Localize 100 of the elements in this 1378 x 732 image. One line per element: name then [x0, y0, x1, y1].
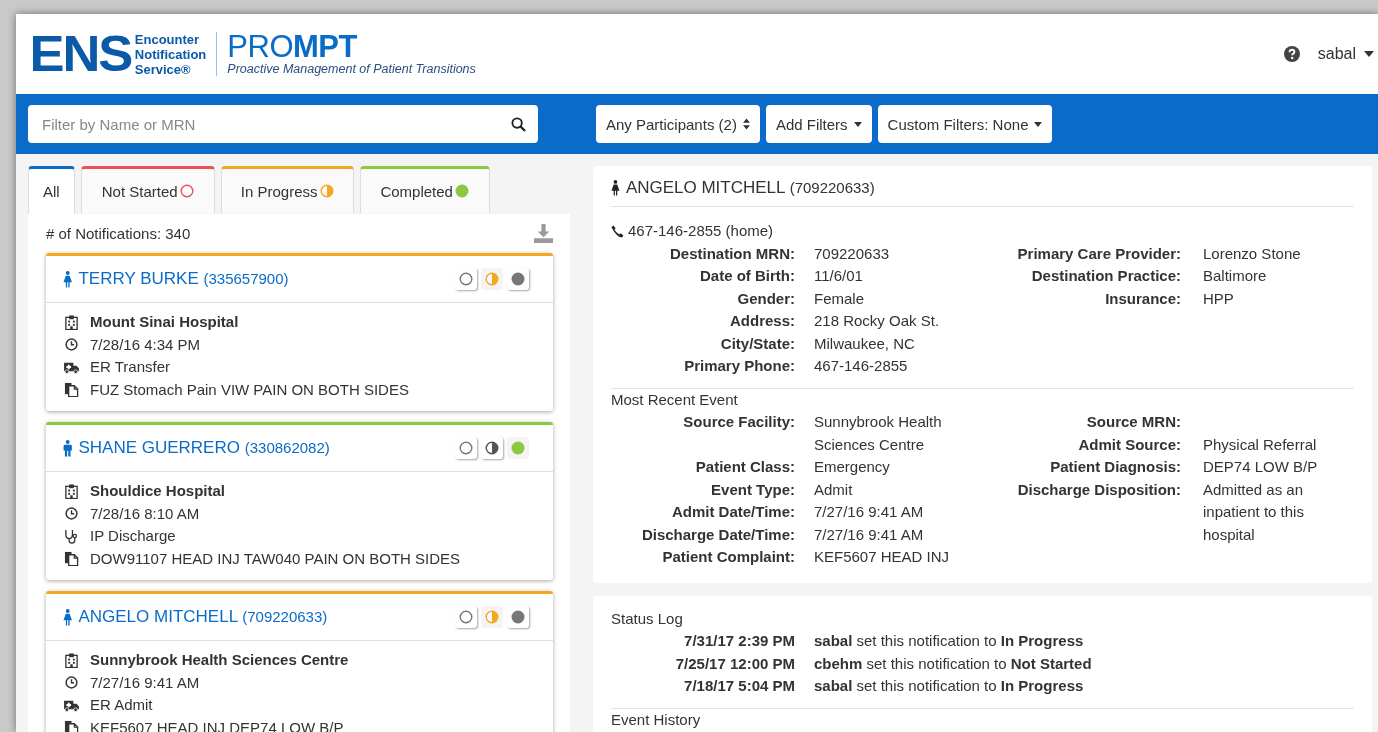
- filter-dropdown[interactable]: Add Filters: [765, 105, 872, 143]
- log-text: cbehm set this notification to Not Started: [814, 653, 1093, 674]
- field-value: 11/6/01: [814, 266, 864, 286]
- half-circle-icon: [485, 610, 499, 624]
- hospital-icon: [63, 483, 80, 499]
- search-icon[interactable]: [511, 116, 526, 132]
- field-label: Source MRN:: [1085, 412, 1181, 432]
- search-field[interactable]: Filter by Name or MRN: [28, 105, 538, 143]
- field-label: Admit Source:: [1077, 434, 1181, 455]
- documents-icon: [63, 720, 80, 732]
- section-title: Most Recent Event: [611, 389, 739, 410]
- caret-icon: [853, 121, 862, 127]
- field-label: Destination Practice:: [1030, 266, 1181, 286]
- field-value: Admit: [814, 479, 854, 500]
- field-value: DEP74 LOW B/P: [1203, 457, 1319, 477]
- event-type: IP Discharge: [90, 526, 176, 546]
- section-title: Status Log: [611, 608, 684, 629]
- field-value: 467-146-2855: [814, 356, 909, 376]
- ambulance-icon: [63, 360, 80, 374]
- log-text: sabal set this notification to In Progress: [814, 631, 1085, 651]
- female-person-icon: [63, 270, 73, 288]
- field-label: Insurance:: [1104, 288, 1181, 309]
- half-circle-icon: [485, 272, 499, 286]
- event-time: 7/27/16 9:41 AM: [90, 672, 200, 693]
- field-label: Primary Care Provider:: [1016, 243, 1181, 264]
- complaint-text: FUZ Stomach Pain VIW PAIN ON BOTH SIDES: [90, 379, 409, 400]
- dot-icon: [511, 441, 525, 455]
- event-time: 7/28/16 8:10 AM: [90, 503, 200, 524]
- notification-card[interactable]: TERRY BURKE (335657900) Mount Sinai Hospital 7/28/16 4:34 PM ER Transfer FUZ Stomach Pain VIW PAIN ON BOTH SIDES: [46, 253, 553, 411]
- caret-icon: [1034, 121, 1043, 127]
- tagline: Proactive Management of Patient Transitions: [227, 62, 476, 76]
- facility-name: Sunnybrook Health Sciences Centre: [90, 650, 349, 670]
- notification-card[interactable]: SHANE GUERRERO (330862082) Shouldice Hospital 7/28/16 8:10 AM IP Discharge DOW91107 HEAD INJ TAW040 PAIN ON BOTH SIDES: [46, 422, 553, 580]
- patient-name-link[interactable]: SHANE GUERRERO (330862082): [78, 438, 330, 458]
- field-value: Emergency: [814, 457, 891, 477]
- ring-icon: [179, 184, 194, 198]
- half-circle-icon: [319, 184, 334, 198]
- status-button[interactable]: [455, 437, 477, 459]
- hospital-icon: [63, 314, 80, 330]
- field-label: Event Type:: [710, 479, 795, 500]
- log-time: 7/31/17 2:39 PM: [683, 631, 795, 651]
- filter-dropdown[interactable]: Custom Filters: None: [877, 105, 1053, 143]
- complaint-text: DOW91107 HEAD INJ TAW040 PAIN ON BOTH SIDES: [90, 548, 461, 569]
- field-label: Discharge Disposition:: [1016, 479, 1181, 500]
- status-button[interactable]: [507, 268, 529, 290]
- section-title: Event History: [611, 709, 702, 730]
- field-value: Lorenzo Stone: [1203, 243, 1302, 264]
- field-value: Baltimore: [1203, 266, 1268, 286]
- filter-tab[interactable]: Completed: [359, 166, 490, 213]
- status-button[interactable]: [455, 268, 477, 290]
- log-time: 7/25/17 12:00 PM: [674, 653, 795, 674]
- field-value: 709220633: [814, 243, 891, 264]
- user-menu[interactable]: sabal: [1317, 45, 1374, 63]
- filter-tab[interactable]: In Progress: [220, 166, 354, 213]
- ring-icon: [459, 610, 473, 624]
- filter-tab[interactable]: All: [28, 166, 75, 214]
- field-value: HPP: [1203, 288, 1235, 309]
- dot-icon: [511, 610, 525, 624]
- hospital-icon: [63, 652, 80, 668]
- dot-icon: [511, 272, 525, 286]
- phone-number: 467-146-2855 (home): [628, 221, 774, 241]
- patient-name-link[interactable]: TERRY BURKE (335657900): [78, 269, 289, 289]
- log-time: 7/18/17 5:04 PM: [683, 676, 795, 696]
- patient-name-link[interactable]: ANGELO MITCHELL (709220633): [78, 607, 328, 627]
- field-value: Sunnybrook Health Sciences Centre: [814, 412, 943, 455]
- facility-name: Shouldice Hospital: [90, 481, 225, 501]
- download-icon[interactable]: [534, 224, 553, 243]
- participants-select[interactable]: Any Participants (2): [596, 105, 760, 143]
- field-label: Patient Complaint:: [661, 547, 795, 567]
- field-value: 7/27/16 9:41 AM: [814, 524, 925, 545]
- help-icon[interactable]: [1283, 46, 1300, 62]
- facility-name: Mount Sinai Hospital: [90, 312, 239, 332]
- status-button[interactable]: [455, 606, 477, 628]
- ring-icon: [459, 272, 473, 286]
- field-label: Discharge Date/Time:: [640, 524, 795, 545]
- complaint-text: KEF5607 HEAD INJ DEP74 LOW B/P: [90, 717, 344, 732]
- field-label: Date of Birth:: [699, 266, 795, 286]
- status-button[interactable]: [507, 606, 529, 628]
- notification-count: # of Notifications: 340: [46, 225, 191, 242]
- ambulance-icon: [63, 698, 80, 712]
- clock-icon: [63, 507, 80, 521]
- ring-icon: [459, 441, 473, 455]
- phone-icon: [611, 224, 624, 238]
- field-value: Admitted as an inpatient to this hospital: [1203, 479, 1305, 545]
- event-type: ER Admit: [90, 695, 153, 715]
- field-label: Address:: [728, 311, 795, 331]
- field-label: Admit Date/Time:: [670, 502, 795, 522]
- notification-card[interactable]: ANGELO MITCHELL (709220633) Sunnybrook Health Sciences Centre 7/27/16 9:41 AM ER Admit KEF5607 HEAD INJ DEP74 LOW B/P: [46, 591, 553, 732]
- clock-icon: [63, 338, 80, 352]
- documents-icon: [63, 382, 80, 398]
- event-time: 7/28/16 4:34 PM: [90, 334, 201, 355]
- field-value: Physical Referral: [1203, 434, 1318, 455]
- field-label: Source Facility:: [682, 412, 795, 432]
- field-value: Female: [814, 288, 866, 309]
- clock-icon: [63, 676, 80, 690]
- logo-text: Service®: [134, 61, 192, 77]
- field-value: KEF5607 HEAD INJ: [814, 547, 951, 567]
- field-value: 7/27/16 9:41 AM: [814, 502, 925, 522]
- filter-tab[interactable]: Not Started: [80, 166, 215, 213]
- status-button[interactable]: [481, 437, 503, 459]
